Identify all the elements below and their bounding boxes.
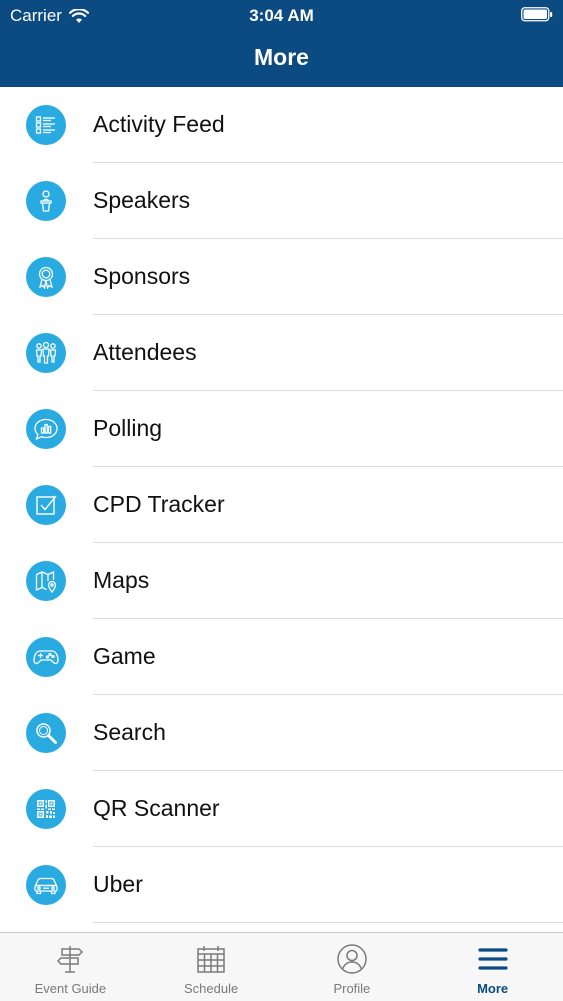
qr-code-icon (26, 789, 66, 829)
speaker-icon (26, 181, 66, 221)
checkbox-icon (26, 485, 66, 525)
menu-item-cpd-tracker[interactable]: CPD Tracker (0, 467, 563, 543)
menu-item-label: CPD Tracker (93, 491, 225, 517)
menu-item-label: Game (93, 643, 156, 669)
people-icon (26, 333, 66, 373)
tab-label: Schedule (184, 981, 239, 996)
divider (93, 922, 563, 923)
tab-schedule[interactable]: Schedule (141, 933, 282, 1001)
menu-item-label: Speakers (93, 187, 191, 213)
search-icon (26, 713, 66, 753)
signpost-icon (57, 946, 84, 973)
tab-profile[interactable]: Profile (282, 933, 423, 1001)
menu-item-label: QR Scanner (93, 795, 220, 821)
map-icon (26, 561, 66, 601)
menu-item-label: Uber (93, 871, 143, 897)
menu-item-label: Activity Feed (93, 111, 225, 137)
battery-icon (521, 7, 553, 22)
menu-item-maps[interactable]: Maps (0, 543, 563, 619)
menu-item-label: Polling (93, 415, 163, 441)
menu-item-label: Sponsors (93, 263, 191, 289)
menu-item-uber[interactable]: Uber (0, 847, 563, 923)
menu-item-search[interactable]: Search (0, 695, 563, 771)
list-icon (26, 105, 66, 145)
menu-item-sponsors[interactable]: Sponsors (0, 239, 563, 315)
page-title: More (254, 44, 309, 70)
status-bar: Carrier 3:04 AM (0, 0, 563, 30)
tab-more[interactable]: More (422, 933, 563, 1001)
menu-item-game[interactable]: Game (0, 619, 563, 695)
menu-item-label: Attendees (93, 339, 197, 365)
tab-label: Event Guide (34, 981, 107, 996)
menu-item-polling[interactable]: Polling (0, 391, 563, 467)
tab-bar: Event Guide Schedule Profile More (0, 932, 563, 1001)
tab-event-guide[interactable]: Event Guide (0, 933, 141, 1001)
more-menu-list: Activity Feed Speakers Sponsors Attendee… (0, 87, 563, 923)
menu-item-label: Maps (93, 567, 150, 593)
user-icon (337, 944, 367, 974)
menu-item-qr-scanner[interactable]: QR Scanner (0, 771, 563, 847)
car-icon (26, 865, 66, 905)
menu-item-attendees[interactable]: Attendees (0, 315, 563, 391)
header-bar: Carrier 3:04 AM More (0, 0, 563, 87)
tab-label: More (477, 981, 509, 996)
calendar-icon (197, 946, 225, 973)
menu-item-activity-feed[interactable]: Activity Feed (0, 87, 563, 163)
menu-item-speakers[interactable]: Speakers (0, 163, 563, 239)
status-time: 3:04 AM (249, 6, 314, 25)
chat-chart-icon (26, 409, 66, 449)
menu-icon (478, 948, 508, 970)
ribbon-award-icon (26, 257, 66, 297)
gamepad-icon (26, 637, 66, 677)
menu-item-label: Search (93, 719, 166, 745)
tab-label: Profile (333, 981, 371, 996)
